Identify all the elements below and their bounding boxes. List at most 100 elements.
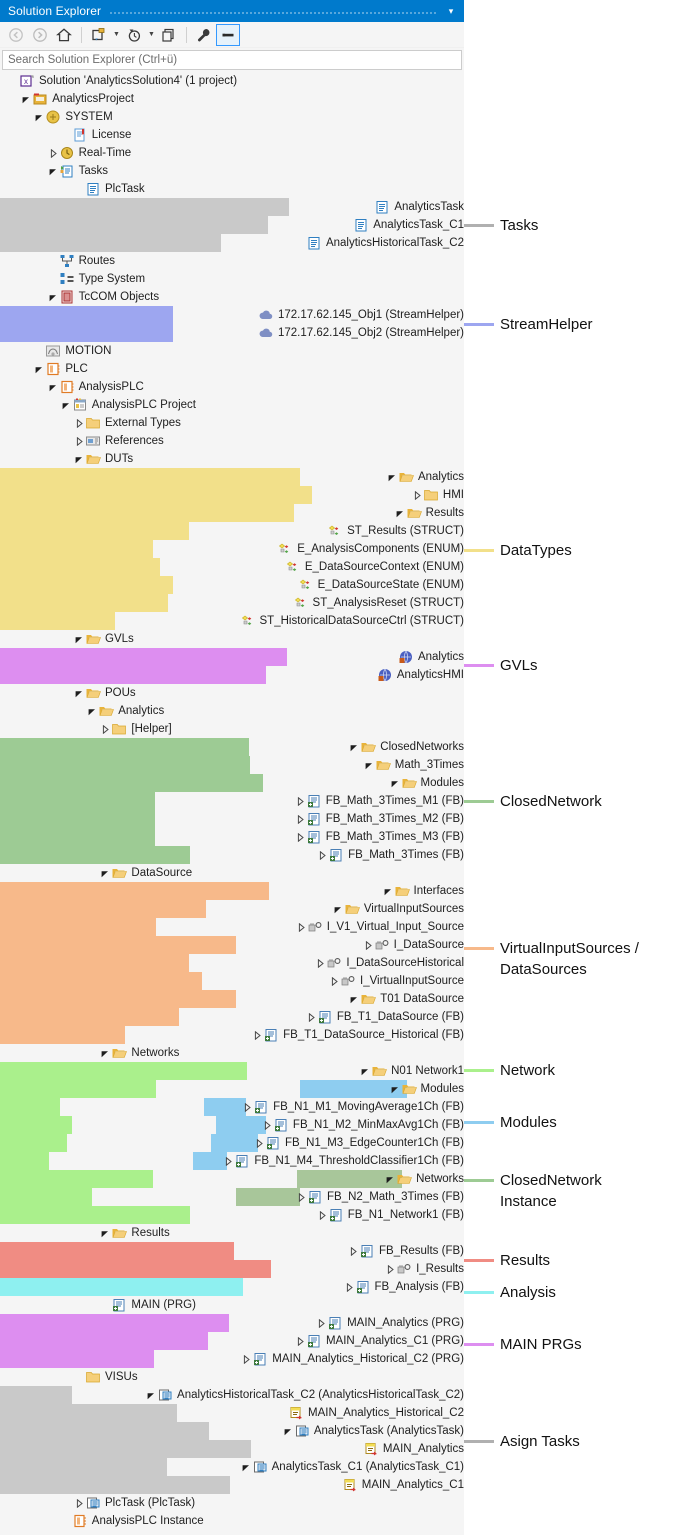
expand-twisty-icon[interactable] (254, 1134, 265, 1152)
expand-twisty-icon[interactable] (329, 972, 340, 990)
collapse-twisty-icon[interactable] (383, 882, 394, 900)
tree-row[interactable]: VISUs (0, 1368, 464, 1386)
forward-icon[interactable] (28, 24, 52, 46)
expand-twisty-icon[interactable] (295, 810, 306, 828)
tree-row[interactable]: AnalyticsTask_C1 (AnalyticsTask_C1) (0, 1458, 464, 1476)
tree-row[interactable]: External Types (0, 414, 464, 432)
tree-row[interactable]: ST_AnalysisReset (STRUCT) (0, 594, 464, 612)
tree-row[interactable]: AnalyticsTask_C1 (0, 216, 464, 234)
tree-row[interactable]: Results (0, 504, 464, 522)
tree-row[interactable]: E_DataSourceContext (ENUM) (0, 558, 464, 576)
show-all-files-icon[interactable] (157, 24, 181, 46)
tree-row[interactable]: DUTs (0, 450, 464, 468)
expand-twisty-icon[interactable] (74, 414, 85, 432)
tree-row[interactable]: I_V1_Virtual_Input_Source (0, 918, 464, 936)
collapse-twisty-icon[interactable] (146, 1386, 157, 1404)
tree-row[interactable]: AnalyticsHMI (0, 666, 464, 684)
tree-row[interactable]: Results (0, 1224, 464, 1242)
expand-twisty-icon[interactable] (48, 144, 59, 162)
expand-twisty-icon[interactable] (296, 918, 307, 936)
expand-twisty-icon[interactable] (295, 1332, 306, 1350)
tree-row[interactable]: AnalyticsHistoricalTask_C2 (AnalyticsHis… (0, 1386, 464, 1404)
sync-with-active-document-dropdown-caret-icon[interactable]: ▼ (111, 24, 122, 46)
collapse-twisty-icon[interactable] (74, 450, 85, 468)
collapse-twisty-icon[interactable] (48, 288, 59, 306)
expand-twisty-icon[interactable] (412, 486, 423, 504)
collapse-twisty-icon[interactable] (360, 1062, 371, 1080)
tree-row[interactable]: Tasks (0, 162, 464, 180)
expand-twisty-icon[interactable] (295, 828, 306, 846)
tree-row[interactable]: FB_Results (FB) (0, 1242, 464, 1260)
expand-twisty-icon[interactable] (242, 1098, 253, 1116)
collapse-twisty-icon[interactable] (349, 738, 360, 756)
expand-twisty-icon[interactable] (317, 846, 328, 864)
tree-row[interactable]: FB_N1_M2_MinMaxAvg1Ch (FB) (0, 1116, 464, 1134)
tree-row[interactable]: HMI (0, 486, 464, 504)
tree-row[interactable]: MOTION (0, 342, 464, 360)
sync-with-active-document-icon[interactable] (87, 24, 111, 46)
expand-twisty-icon[interactable] (316, 1314, 327, 1332)
collapse-twisty-icon[interactable] (74, 684, 85, 702)
tree-row[interactable]: FB_T1_DataSource (FB) (0, 1008, 464, 1026)
chevron-down-icon[interactable]: ▾ (444, 0, 458, 22)
collapse-twisty-icon[interactable] (74, 630, 85, 648)
tree-row[interactable]: ST_Results (STRUCT) (0, 522, 464, 540)
collapse-twisty-icon[interactable] (385, 1170, 396, 1188)
collapse-twisty-icon[interactable] (100, 864, 111, 882)
expand-twisty-icon[interactable] (74, 432, 85, 450)
tree-row[interactable]: MAIN_Analytics_C1 (PRG) (0, 1332, 464, 1350)
collapse-twisty-icon[interactable] (283, 1422, 294, 1440)
tree-row[interactable]: Networks (0, 1044, 464, 1062)
tree-row[interactable]: Analytics (0, 702, 464, 720)
tree-row[interactable]: 172.17.62.145_Obj2 (StreamHelper) (0, 324, 464, 342)
tree-row[interactable]: SYSTEM (0, 108, 464, 126)
tree-row[interactable]: References (0, 432, 464, 450)
tree-row[interactable]: Real-Time (0, 144, 464, 162)
tree-row[interactable]: FB_Math_3Times_M1 (FB) (0, 792, 464, 810)
tree-row[interactable]: PlcTask (0, 180, 464, 198)
collapse-twisty-icon[interactable] (87, 702, 98, 720)
tree-row[interactable]: AnalyticsTask (0, 198, 464, 216)
tree-row[interactable]: MAIN_Analytics_Historical_C2 (0, 1404, 464, 1422)
tree-row[interactable]: FB_Math_3Times (FB) (0, 846, 464, 864)
pending-changes-filter-dropdown-caret-icon[interactable]: ▼ (146, 24, 157, 46)
tree-row[interactable]: VirtualInputSources (0, 900, 464, 918)
collapse-twisty-icon[interactable] (100, 1224, 111, 1242)
expand-twisty-icon[interactable] (74, 1494, 85, 1512)
tree-row[interactable]: MAIN (PRG) (0, 1296, 464, 1314)
expand-twisty-icon[interactable] (100, 720, 111, 738)
tree-row[interactable]: FB_N2_Math_3Times (FB) (0, 1188, 464, 1206)
tree-row[interactable]: AnalyticsProject (0, 90, 464, 108)
expand-twisty-icon[interactable] (348, 1242, 359, 1260)
expand-twisty-icon[interactable] (344, 1278, 355, 1296)
collapse-twisty-icon[interactable] (333, 900, 344, 918)
tree-row[interactable]: Interfaces (0, 882, 464, 900)
tree-row[interactable]: AnalyticsTask (AnalyticsTask) (0, 1422, 464, 1440)
collapse-all-icon[interactable] (216, 23, 240, 46)
collapse-twisty-icon[interactable] (34, 360, 45, 378)
tree-row[interactable]: I_DataSource (0, 936, 464, 954)
tree-row[interactable]: FB_N1_Network1 (FB) (0, 1206, 464, 1224)
tree-row[interactable]: PLC (0, 360, 464, 378)
expand-twisty-icon[interactable] (223, 1152, 234, 1170)
tree-row[interactable]: FB_N1_M1_MovingAverage1Ch (FB) (0, 1098, 464, 1116)
expand-twisty-icon[interactable] (385, 1260, 396, 1278)
expand-twisty-icon[interactable] (262, 1116, 273, 1134)
tree-row[interactable]: Type System (0, 270, 464, 288)
collapse-twisty-icon[interactable] (48, 162, 59, 180)
collapse-twisty-icon[interactable] (48, 378, 59, 396)
collapse-twisty-icon[interactable] (390, 1080, 401, 1098)
tree-row[interactable]: N01 Network1 (0, 1062, 464, 1080)
tree-row[interactable]: 172.17.62.145_Obj1 (StreamHelper) (0, 306, 464, 324)
tree-row[interactable]: E_AnalysisComponents (ENUM) (0, 540, 464, 558)
tree-row[interactable]: License (0, 126, 464, 144)
collapse-twisty-icon[interactable] (21, 90, 32, 108)
expand-twisty-icon[interactable] (252, 1026, 263, 1044)
tree-row[interactable]: Modules (0, 774, 464, 792)
tree-row[interactable]: MAIN_Analytics_Historical_C2 (PRG) (0, 1350, 464, 1368)
tree-row[interactable]: MAIN_Analytics (0, 1440, 464, 1458)
collapse-twisty-icon[interactable] (390, 774, 401, 792)
tree-row[interactable]: TcCOM Objects (0, 288, 464, 306)
tree-row[interactable]: Routes (0, 252, 464, 270)
tree-row[interactable]: ST_HistoricalDataSourceCtrl (STRUCT) (0, 612, 464, 630)
